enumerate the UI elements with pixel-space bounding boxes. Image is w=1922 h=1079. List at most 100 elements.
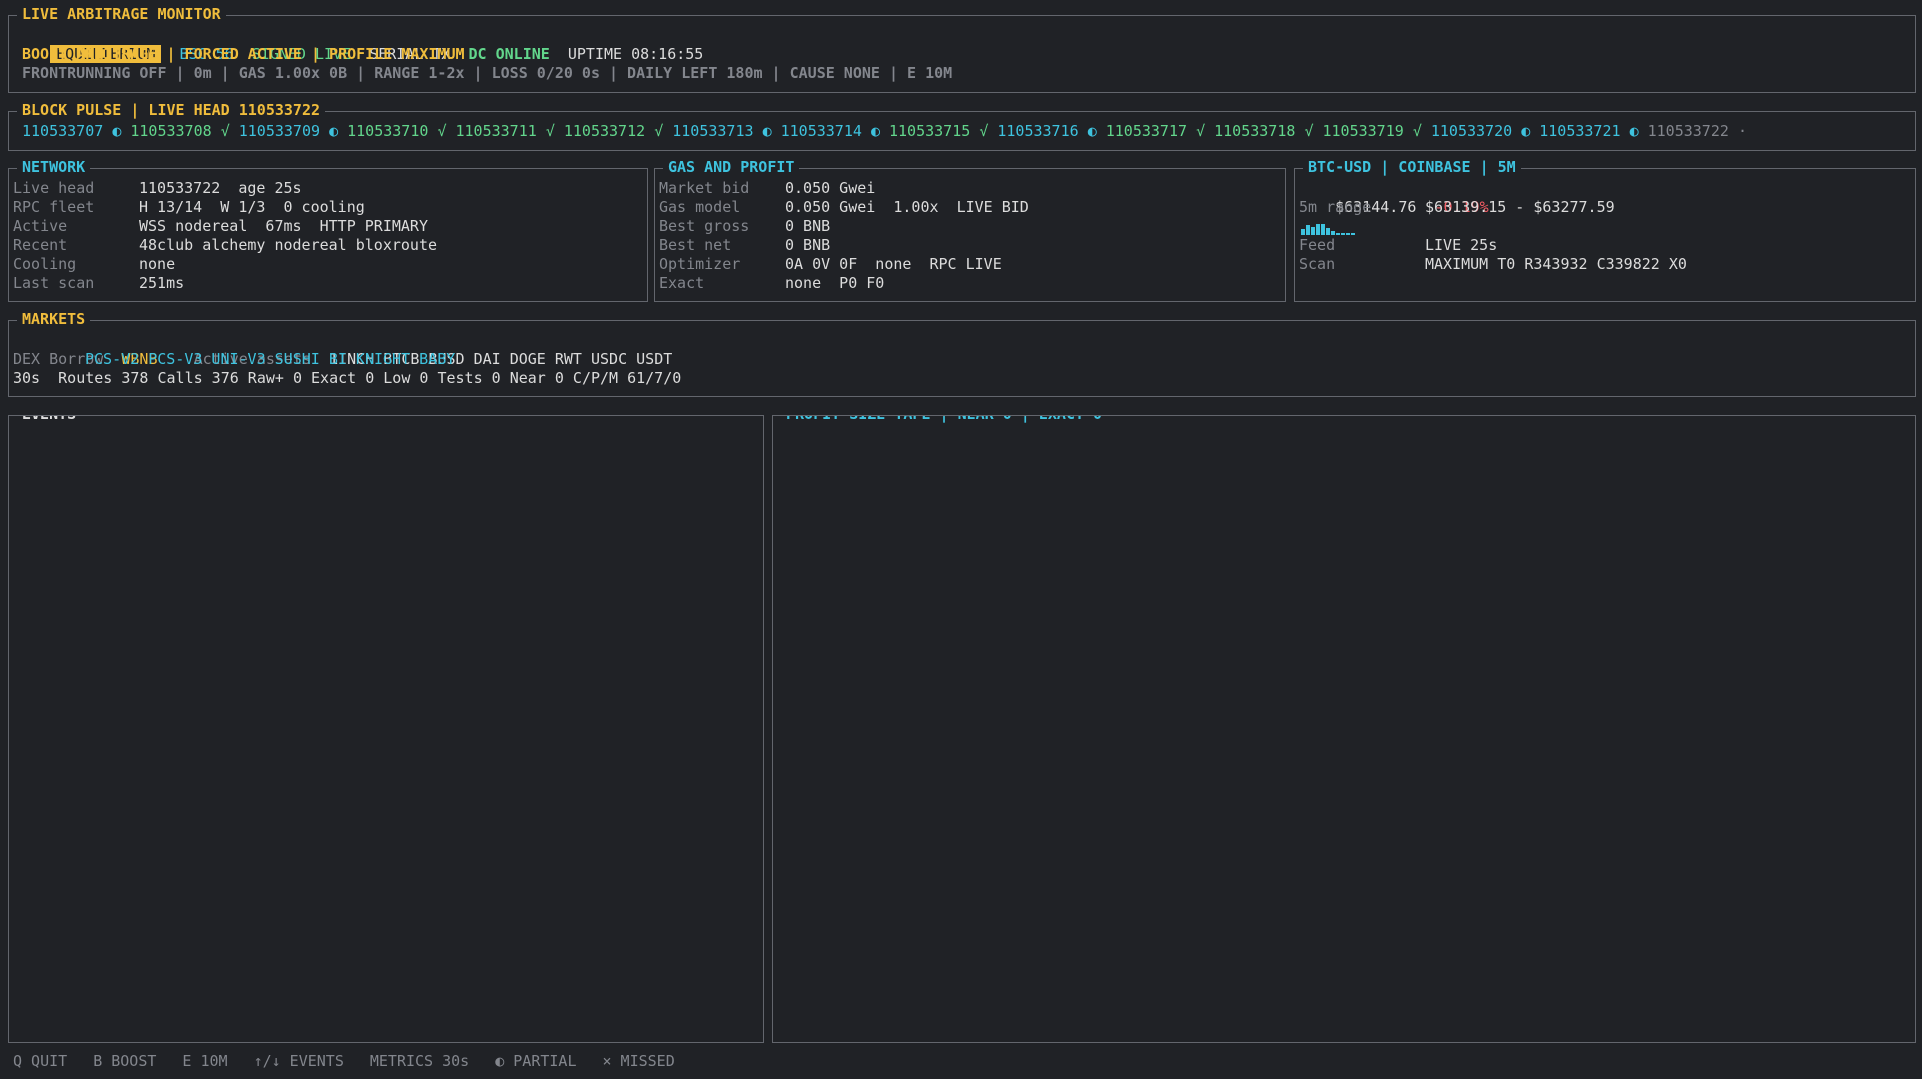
btc-scan: MAXIMUM T0 R343932 C339822 X0	[1425, 255, 1687, 273]
btc-feed-label: Feed	[1299, 236, 1336, 254]
block-pulse-panel: BLOCK PULSE | LIVE HEAD 110533722 110533…	[8, 101, 1916, 151]
spark-bar	[1341, 233, 1345, 235]
gas-title: GAS AND PROFIT	[663, 158, 800, 177]
block-number: 110533718	[1214, 122, 1296, 140]
check-icon: √	[979, 122, 989, 140]
block-number: 110533721	[1539, 122, 1621, 140]
network-row-value: 48club alchemy nodereal bloxroute	[139, 236, 438, 254]
partial-icon: ◐	[112, 122, 122, 140]
uptime: UPTIME 08:16:55	[567, 45, 704, 63]
spark-bar	[1331, 231, 1335, 235]
spark-bar	[1301, 229, 1305, 235]
gas-row-value: 0 BNB	[785, 236, 831, 254]
network-panel: NETWORK Live head 110533722 age 25s RPC fl…	[8, 158, 648, 302]
btc-title: BTC-USD | COINBASE | 5M	[1303, 158, 1521, 177]
gas-row-key: Exact	[659, 274, 705, 292]
gas-panel: GAS AND PROFIT Market bid 0.050 Gwei Gas m…	[654, 158, 1286, 302]
partial-icon: ◐	[870, 122, 880, 140]
block-number: 110533709	[238, 122, 321, 140]
block-number: 110533717	[1105, 122, 1188, 140]
profit-tape-panel[interactable]: PROFIT SIZE TAPE | NEAR 0 | EXACT 0 NEAR…	[772, 415, 1916, 1043]
partial-icon: ◐	[762, 122, 772, 140]
check-icon: √	[1412, 122, 1422, 140]
network-row-value: none	[139, 255, 176, 273]
check-icon: √	[437, 122, 447, 140]
footer-key-5[interactable]: ◐ PARTIAL	[495, 1052, 576, 1070]
partial-icon: ◐	[1629, 122, 1639, 140]
partial-icon: ◐	[329, 122, 339, 140]
partial-icon: ◐	[1087, 122, 1097, 140]
footer-key-3[interactable]: ↑/↓ EVENTS	[254, 1052, 344, 1070]
block-number: 110533707	[22, 122, 104, 140]
network-row-key: Last scan	[13, 274, 95, 292]
network-title: NETWORK	[17, 158, 91, 177]
spark-bar	[1326, 228, 1330, 235]
network-row-key: Active	[13, 217, 68, 235]
block-number: 110533713	[672, 122, 754, 140]
footer-key-4[interactable]: METRICS 30s	[370, 1052, 469, 1070]
pending-icon: ·	[1737, 122, 1747, 140]
markets-title: MARKETS	[17, 310, 91, 329]
markets-panel: MARKETS Borrow WBNB Active assets 1INCH …	[8, 310, 1916, 397]
block-number: 110533712	[563, 122, 646, 140]
footer-key-0[interactable]: Q QUIT	[13, 1052, 67, 1070]
spark-bar	[1321, 224, 1325, 235]
footer-key-2[interactable]: E 10M	[182, 1052, 227, 1070]
network-row-key: Live head	[13, 179, 95, 197]
footer-key-6[interactable]: × MISSED	[603, 1052, 675, 1070]
network-row-value: 110533722 age 25s	[139, 179, 302, 197]
events-title: EVENTS	[17, 416, 82, 424]
spark-bar	[1351, 233, 1355, 235]
spark-bar	[1346, 233, 1350, 235]
keybind-footer: Q QUIT B BOOST E 10M ↑/↓ EVENTS METRICS 30s ◐…	[13, 1052, 701, 1071]
profit-tape-title: PROFIT SIZE TAPE | NEAR 0 | EXACT 0	[781, 416, 1108, 424]
gas-row-key: Gas model	[659, 198, 741, 216]
gas-row-key: Best gross	[659, 217, 750, 235]
block-pulse-title: BLOCK PULSE | LIVE HEAD 110533722	[17, 101, 326, 120]
spark-bar	[1306, 225, 1310, 235]
gas-row-key: Market bid	[659, 179, 750, 197]
network-row-key: Cooling	[13, 255, 77, 273]
btc-scan-label: Scan	[1299, 255, 1336, 273]
btc-range-label: 5m range	[1299, 198, 1372, 216]
spark-bar	[1311, 227, 1315, 235]
status-line: FRONTRUNNING OFF | 0m | GAS 1.00x 0B | R…	[22, 64, 953, 82]
events-panel[interactable]: EVENTS 14:30:45WARNINGHEAD STREAM | NODE…	[8, 415, 764, 1043]
gas-row-value: 0 BNB	[785, 217, 831, 235]
gas-row-value: 0A 0V 0F none RPC LIVE	[785, 255, 1002, 273]
block-number: 110533711	[455, 122, 537, 140]
network-row-value: 251ms	[139, 274, 185, 292]
block-strip: 110533707 ◐ 110533708 √ 110533709 ◐ 1105…	[22, 122, 1756, 141]
block-number: 110533722	[1647, 122, 1729, 140]
spark-bar	[1316, 224, 1320, 235]
check-icon: √	[545, 122, 555, 140]
btc-feed: LIVE 25s	[1425, 236, 1498, 254]
btc-range: $63139.15 - $63277.59	[1425, 198, 1615, 216]
header-panel: LIVE ARBITRAGE MONITOR EQUILIBRIUM BSC 5…	[8, 5, 1916, 93]
block-number: 110533714	[780, 122, 862, 140]
network-row-value: WSS nodereal 67ms HTTP PRIMARY	[139, 217, 428, 235]
block-number: 110533716	[997, 122, 1079, 140]
gas-row-key: Optimizer	[659, 255, 741, 273]
gas-row-value: 0.050 Gwei	[785, 179, 876, 197]
footer-key-1[interactable]: B BOOST	[93, 1052, 156, 1070]
dc-status: DC ONLINE	[468, 45, 550, 63]
block-number: 110533720	[1430, 122, 1513, 140]
network-row-value: H 13/14 W 1/3 0 cooling	[139, 198, 365, 216]
network-row-key: RPC fleet	[13, 198, 95, 216]
dex-list: PCS-V2 PCS-V3 UNI-V3 SUSHI BI KNIGHT BAB…	[85, 350, 456, 368]
btc-sparkline	[1301, 221, 1355, 235]
spark-bar	[1336, 233, 1340, 235]
partial-icon: ◐	[1521, 122, 1531, 140]
check-icon: √	[1196, 122, 1206, 140]
network-row-key: Recent	[13, 236, 68, 254]
btc-panel: BTC-USD | COINBASE | 5M $63144.76 -0.19%…	[1294, 158, 1916, 302]
gas-row-key: Best net	[659, 236, 732, 254]
check-icon: √	[1304, 122, 1314, 140]
market-stats: 30s Routes 378 Calls 376 Raw+ 0 Exact 0 …	[13, 369, 682, 387]
check-icon: √	[654, 122, 664, 140]
gas-row-value: 0.050 Gwei 1.00x LIVE BID	[785, 198, 1029, 216]
dex-label: DEX	[13, 350, 41, 368]
app-title: LIVE ARBITRAGE MONITOR	[17, 5, 226, 24]
check-icon: √	[220, 122, 230, 140]
